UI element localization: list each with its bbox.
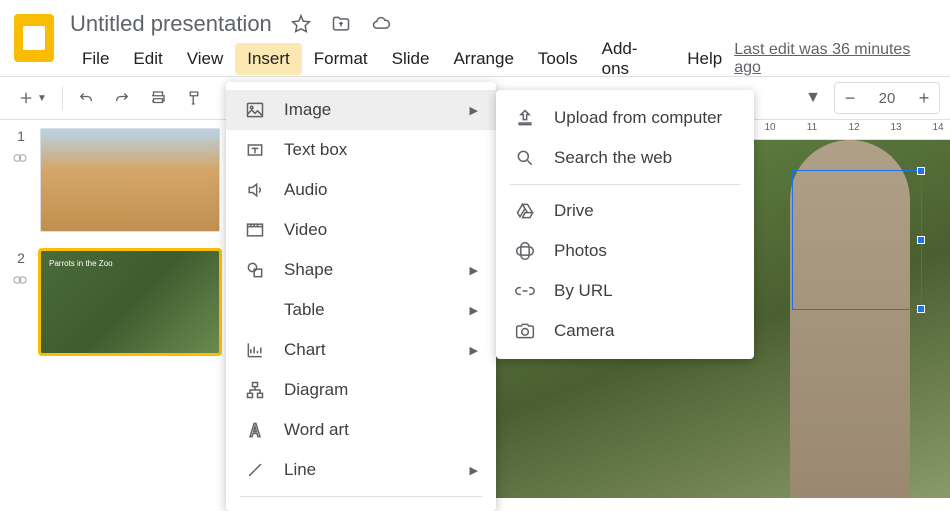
menu-item-label: Drive [554, 201, 594, 221]
insert-menu-dropdown: Image ▶ Text box Audio Video Shape ▶ Tab… [226, 82, 496, 511]
menu-item-label: Search the web [554, 148, 672, 168]
menu-item-label: Text box [284, 140, 347, 160]
menu-item-label: Audio [284, 180, 327, 200]
insert-diagram[interactable]: Diagram [226, 370, 496, 410]
image-camera[interactable]: Camera [496, 311, 754, 351]
cloud-status-icon[interactable] [370, 13, 392, 35]
submenu-arrow-icon: ▶ [470, 264, 478, 277]
insert-line[interactable]: Line ▶ [226, 450, 496, 490]
wordart-icon [244, 419, 266, 441]
image-drive[interactable]: Drive [496, 191, 754, 231]
zoom-out-button[interactable]: − [835, 88, 865, 109]
zoom-in-button[interactable]: + [909, 88, 939, 109]
slide-number: 1 [17, 128, 25, 144]
menu-item-label: Image [284, 100, 331, 120]
menu-edit[interactable]: Edit [121, 43, 174, 75]
link-icon [514, 280, 536, 302]
move-to-folder-icon[interactable] [330, 13, 352, 35]
new-slide-button[interactable]: ▼ [10, 83, 54, 113]
slide-number: 2 [17, 250, 25, 266]
menu-item-label: Camera [554, 321, 614, 341]
document-name[interactable]: Untitled presentation [70, 11, 272, 37]
insert-chart[interactable]: Chart ▶ [226, 330, 496, 370]
camera-icon [514, 320, 536, 342]
menu-help[interactable]: Help [675, 43, 734, 75]
slide-filmstrip: 1 2 Parrots in the Zoo [0, 120, 230, 498]
chart-icon [244, 339, 266, 361]
resize-handle[interactable] [917, 236, 925, 244]
slide-preview[interactable] [40, 128, 220, 232]
menu-slide[interactable]: Slide [380, 43, 442, 75]
star-icon[interactable] [290, 13, 312, 35]
menu-addons[interactable]: Add-ons [590, 33, 676, 85]
insert-wordart[interactable]: Word art [226, 410, 496, 450]
menu-arrange[interactable]: Arrange [441, 43, 525, 75]
selection-box[interactable] [792, 170, 922, 310]
paint-format-button[interactable] [179, 83, 209, 113]
drive-icon [514, 200, 536, 222]
diagram-icon [244, 379, 266, 401]
menu-item-label: Video [284, 220, 327, 240]
shape-icon [244, 259, 266, 281]
insert-image[interactable]: Image ▶ [226, 90, 496, 130]
insert-table[interactable]: Table ▶ [226, 290, 496, 330]
image-search-web[interactable]: Search the web [496, 138, 754, 178]
image-by-url[interactable]: By URL [496, 271, 754, 311]
redo-button[interactable] [107, 83, 137, 113]
menu-item-label: By URL [554, 281, 613, 301]
video-icon [244, 219, 266, 241]
transition-icon[interactable] [12, 150, 30, 168]
slides-logo-icon [14, 14, 54, 62]
insert-audio[interactable]: Audio [226, 170, 496, 210]
menu-item-label: Line [284, 460, 316, 480]
insert-video[interactable]: Video [226, 210, 496, 250]
menu-tools[interactable]: Tools [526, 43, 590, 75]
insert-shape[interactable]: Shape ▶ [226, 250, 496, 290]
toolbar-dropdown-icon[interactable]: ▼ [798, 83, 828, 113]
menu-insert[interactable]: Insert [235, 43, 302, 75]
menu-item-label: Photos [554, 241, 607, 261]
textbox-icon [244, 139, 266, 161]
search-icon [514, 147, 536, 169]
menu-item-label: Word art [284, 420, 349, 440]
undo-button[interactable] [71, 83, 101, 113]
table-icon [244, 299, 266, 321]
submenu-arrow-icon: ▶ [470, 344, 478, 357]
menu-separator [240, 496, 482, 497]
slide-thumbnail[interactable]: 2 Parrots in the Zoo [10, 250, 220, 354]
slide-caption: Parrots in the Zoo [49, 259, 113, 268]
menu-item-label: Shape [284, 260, 333, 280]
menu-item-label: Upload from computer [554, 108, 722, 128]
image-icon [244, 99, 266, 121]
menu-item-label: Table [284, 300, 325, 320]
audio-icon [244, 179, 266, 201]
insert-textbox[interactable]: Text box [226, 130, 496, 170]
print-button[interactable] [143, 83, 173, 113]
submenu-arrow-icon: ▶ [470, 104, 478, 117]
slide-thumbnail[interactable]: 1 [10, 128, 220, 232]
zoom-control: − 20 + [834, 82, 940, 114]
zoom-value[interactable]: 20 [865, 90, 909, 107]
photos-icon [514, 240, 536, 262]
resize-handle[interactable] [917, 167, 925, 175]
menu-view[interactable]: View [175, 43, 236, 75]
menu-separator [510, 184, 740, 185]
slide-preview[interactable]: Parrots in the Zoo [40, 250, 220, 354]
menu-format[interactable]: Format [302, 43, 380, 75]
submenu-arrow-icon: ▶ [470, 304, 478, 317]
image-submenu-dropdown: Upload from computer Search the web Driv… [496, 90, 754, 359]
menu-item-label: Diagram [284, 380, 348, 400]
transition-icon[interactable] [12, 272, 30, 290]
image-upload[interactable]: Upload from computer [496, 98, 754, 138]
resize-handle[interactable] [917, 305, 925, 313]
image-photos[interactable]: Photos [496, 231, 754, 271]
upload-icon [514, 107, 536, 129]
menu-item-label: Chart [284, 340, 326, 360]
last-edit-link[interactable]: Last edit was 36 minutes ago [734, 41, 936, 77]
line-icon [244, 459, 266, 481]
menu-file[interactable]: File [70, 43, 121, 75]
submenu-arrow-icon: ▶ [470, 464, 478, 477]
